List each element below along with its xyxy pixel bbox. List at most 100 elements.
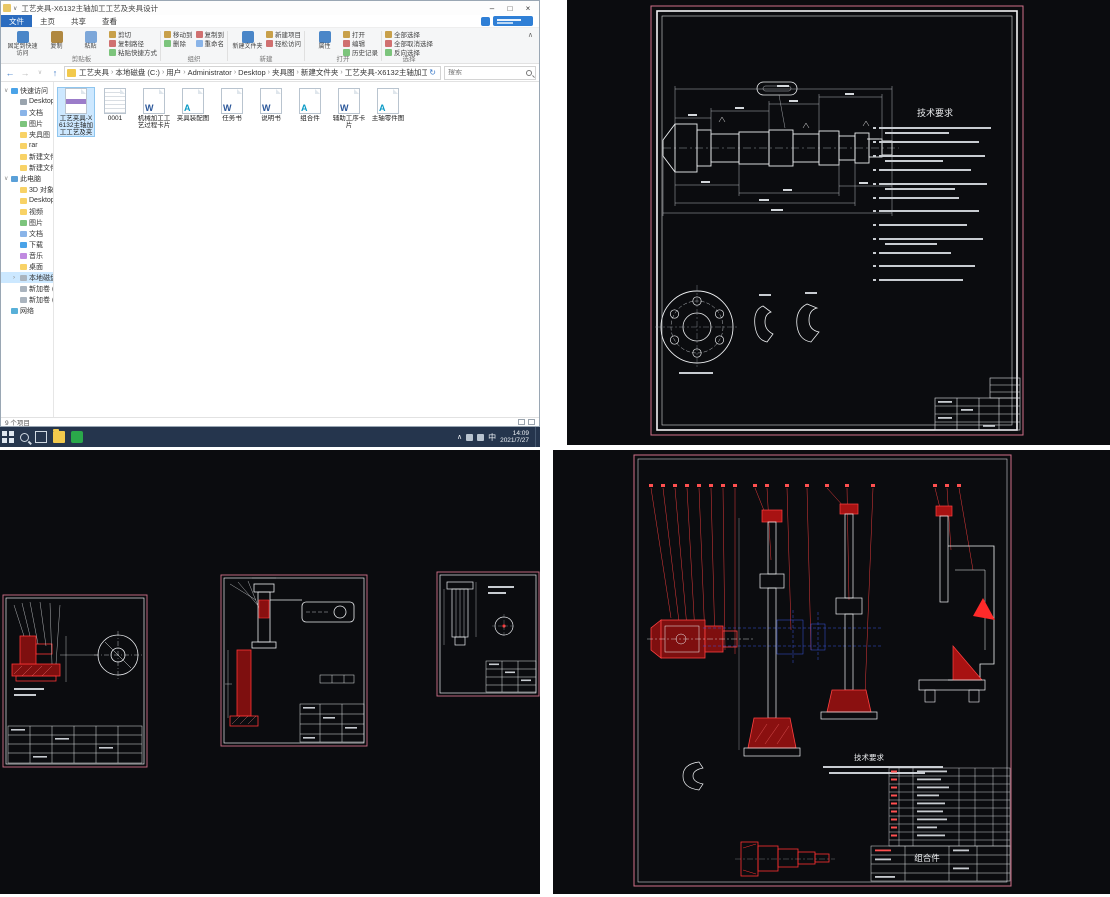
cloud-icon[interactable] (481, 16, 490, 26)
list-view-icon[interactable] (518, 419, 525, 425)
ribbon-small-button[interactable]: 移动到 (164, 30, 193, 39)
volume-icon[interactable] (477, 433, 485, 441)
tray-chevron-icon[interactable]: ∧ (457, 433, 462, 441)
ribbon-small-button[interactable]: 重命名 (195, 39, 224, 48)
search-input[interactable] (448, 69, 524, 76)
sidebar-item[interactable]: 下载 (1, 239, 53, 250)
breadcrumb-segment[interactable]: 新建文件夹 › (301, 67, 345, 78)
sidebar-item[interactable]: 新建文件夹 (1, 151, 53, 162)
task-view-icon[interactable] (35, 431, 47, 443)
taskbar-search-icon[interactable] (20, 432, 29, 442)
ribbon-small-button[interactable]: 新建项目 (266, 30, 301, 39)
sidebar-item[interactable]: 夹具图 (1, 129, 53, 140)
ribbon-small-button[interactable]: 编辑 (343, 39, 378, 48)
file-type-badge: A (301, 103, 308, 113)
sidebar-item[interactable]: 新加卷 (D:) (1, 283, 53, 294)
file-item[interactable]: W 任务书 (214, 88, 250, 122)
maximize-button[interactable]: □ (501, 2, 519, 15)
sidebar-item[interactable]: 桌面 (1, 261, 53, 272)
sidebar-item[interactable]: 新建文件夹 (2) (1, 162, 53, 173)
promo-badge[interactable] (493, 16, 533, 26)
taskbar-explorer-icon[interactable] (53, 429, 65, 443)
sidebar-item[interactable]: Desktop (1, 96, 53, 107)
breadcrumb-segment[interactable]: Administrator › (188, 68, 239, 77)
sidebar-item[interactable]: ∨ 快速访问 (1, 85, 53, 96)
sidebar-item[interactable]: Desktop (1, 195, 53, 206)
file-item[interactable]: W 机械加工工艺过程卡片 (136, 88, 172, 129)
sidebar-chevron-icon[interactable]: ∨ (4, 175, 9, 182)
button-icon (266, 30, 273, 38)
network-icon[interactable] (466, 433, 474, 441)
qat-dropdown-icon[interactable]: ∨ (13, 5, 17, 12)
up-button[interactable]: ↑ (49, 68, 61, 78)
breadcrumb-segment[interactable]: 本地磁盘 (C:) › (115, 67, 166, 78)
sidebar-item[interactable]: 图片 (1, 118, 53, 129)
search-icon (526, 69, 532, 76)
file-item[interactable]: A 主轴零件图 (370, 88, 406, 122)
ribbon-tab[interactable]: 共享 (63, 15, 94, 27)
file-item[interactable]: A 夹具装配图 (175, 88, 211, 122)
back-button[interactable]: ← (4, 68, 16, 78)
file-item[interactable]: W 辅助工序卡片 (331, 88, 367, 129)
ribbon-small-button[interactable]: 复制到 (195, 30, 224, 39)
sidebar-item[interactable]: 网络 (1, 305, 53, 316)
sidebar-item-icon (20, 263, 27, 270)
ribbon-group-organize: 移动到 复制到 删除 重命名 组织 (161, 29, 227, 63)
file-item[interactable]: W 说明书 (253, 88, 289, 122)
address-box[interactable]: 工艺夹具 › 本地磁盘 (C:) › 用户 › Administrator › Desk… (64, 65, 441, 80)
sidebar-item-icon (20, 219, 27, 226)
sidebar-item[interactable]: rar (1, 140, 53, 151)
ribbon-small-button[interactable]: 复制路径 (109, 39, 157, 48)
sidebar-chevron-icon[interactable]: ∨ (4, 87, 9, 94)
ribbon-small-button[interactable]: 打开 (343, 30, 378, 39)
ribbon-small-button[interactable]: 删除 (164, 39, 193, 48)
ribbon-small-button[interactable]: 剪切 (109, 30, 157, 39)
breadcrumb-segment[interactable]: 夹具图 › (272, 67, 301, 78)
breadcrumb-segment[interactable]: 工艺夹具-X6132主轴加工工艺及夹具设计› (345, 67, 428, 78)
file-list[interactable]: 工艺夹具-X6132主轴加工工艺及夹具设计 0001 W 机械加工工艺过程卡片 … (54, 82, 539, 417)
breadcrumb-segment[interactable]: Desktop › (238, 68, 272, 77)
search-box[interactable] (444, 65, 536, 80)
sidebar-item[interactable]: 3D 对象 (1, 184, 53, 195)
sidebar-item[interactable]: 文档 (1, 228, 53, 239)
sidebar-item[interactable]: ∨ 此电脑 (1, 173, 53, 184)
breadcrumb-segment[interactable]: 工艺夹具 › (79, 67, 115, 78)
breadcrumb: 工艺夹具 › 本地磁盘 (C:) › 用户 › Administrator › Desk… (79, 67, 427, 78)
ribbon-tab[interactable]: 主页 (32, 15, 63, 27)
sidebar-item[interactable]: 文档 (1, 107, 53, 118)
taskbar-app-icon[interactable] (71, 431, 83, 443)
sidebar-item-icon (20, 120, 27, 127)
sidebar-item[interactable]: 新加卷 (F:) (1, 294, 53, 305)
close-button[interactable]: × (519, 2, 537, 15)
file-item[interactable]: 0001 (97, 88, 133, 122)
ribbon-collapse-icon[interactable]: ∧ (524, 29, 537, 41)
cad-fixture-drawings (0, 450, 540, 894)
ribbon-small-button[interactable]: 全部选择 (385, 30, 433, 39)
file-item[interactable]: 工艺夹具-X6132主轴加工工艺及夹具设计 (57, 87, 95, 137)
ime-indicator[interactable]: 中 (488, 432, 496, 443)
sidebar-item-label: 新加卷 (D:) (29, 285, 53, 293)
quick-access-toolbar[interactable]: ∨ (3, 4, 17, 12)
sidebar-item[interactable]: 视频 (1, 206, 53, 217)
ribbon-group-open: 属性 打开 编辑 历史记录 打开 (305, 29, 381, 63)
start-button[interactable] (2, 431, 14, 443)
sidebar-chevron-icon[interactable]: › (13, 275, 18, 281)
ribbon-small-button[interactable]: 轻松访问 (266, 39, 301, 48)
sidebar-item[interactable]: 音乐 (1, 250, 53, 261)
file-item[interactable]: A 组合件 (292, 88, 328, 122)
ribbon-small-button[interactable]: 全部取消选择 (385, 39, 433, 48)
minimize-button[interactable]: – (483, 2, 501, 15)
thumbnail-view-icon[interactable] (528, 419, 535, 425)
system-tray: ∧ 中 14:09 2021/7/27 (457, 427, 538, 447)
show-desktop-strip[interactable] (535, 427, 538, 447)
ribbon-tab[interactable]: 文件 (1, 15, 32, 27)
sidebar-item[interactable]: 图片 (1, 217, 53, 228)
history-dropdown-icon[interactable]: ∨ (34, 69, 46, 76)
sidebar-item[interactable]: › 本地磁盘 (C:) (1, 272, 53, 283)
breadcrumb-segment[interactable]: 用户 › (166, 67, 187, 78)
taskbar-clock[interactable]: 14:09 2021/7/27 (500, 430, 529, 445)
group-label: 新建 (259, 56, 273, 63)
forward-button[interactable]: → (19, 68, 31, 78)
refresh-icon[interactable]: ↻ (427, 68, 438, 77)
ribbon-tab[interactable]: 查看 (94, 15, 125, 27)
